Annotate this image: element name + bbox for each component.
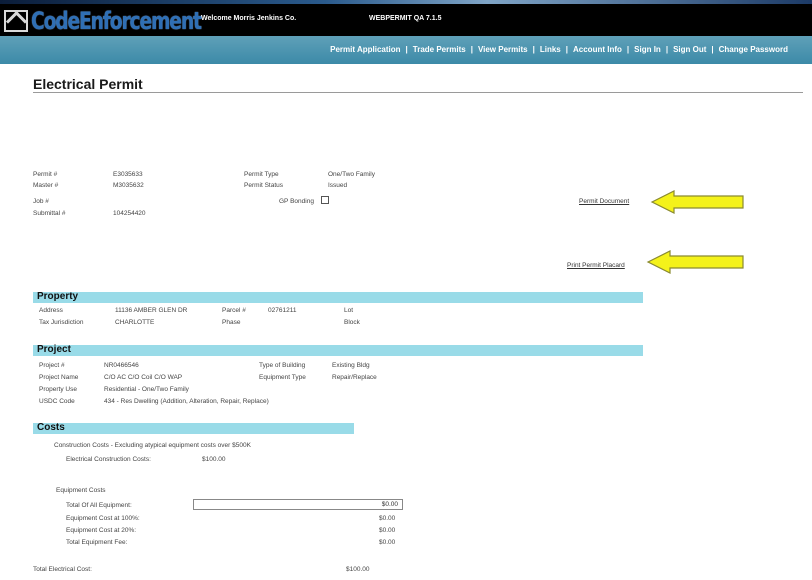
nav-separator: | <box>626 45 630 54</box>
top-header-bar: CodeEnforcement Welcome Morris Jenkins C… <box>0 0 812 36</box>
logo-text: CodeEnforcement <box>31 7 202 35</box>
address-label: Address <box>39 307 63 314</box>
permit-number-label: Permit # <box>33 171 58 178</box>
nav-view-permits[interactable]: View Permits <box>478 45 528 54</box>
title-divider <box>33 92 803 93</box>
total-electrical-cost-value: $100.00 <box>346 566 370 573</box>
tax-jurisdiction-label: Tax Jurisdiction <box>39 319 84 326</box>
gp-bonding-label: GP Bonding <box>279 198 314 205</box>
parcel-value: 02761211 <box>268 307 297 314</box>
nav-separator: | <box>470 45 473 54</box>
permit-number-value: E3035633 <box>113 171 143 178</box>
master-number-value: M3035632 <box>113 182 144 189</box>
permit-status-value: Issued <box>328 182 348 189</box>
building-type-label: Type of Building <box>259 362 306 369</box>
arrow-left-icon <box>650 190 744 214</box>
home-logo-icon <box>4 10 28 32</box>
nav-links-item[interactable]: Links <box>540 45 561 54</box>
total-electrical-cost-label: Total Electrical Cost: <box>33 566 92 573</box>
total-equipment-label: Total Of All Equipment: <box>66 502 132 509</box>
block-label: Block <box>344 319 360 326</box>
equipment-cost-100-label: Equipment Cost at 100%: <box>66 515 140 522</box>
nav-separator: | <box>532 45 535 54</box>
project-number-value: NR0466546 <box>104 362 139 369</box>
property-section-header: Property <box>33 291 643 303</box>
nav-separator: | <box>405 45 408 54</box>
tax-jurisdiction-value: CHARLOTTE <box>115 319 155 326</box>
nav-permit-application[interactable]: Permit Application <box>330 45 400 54</box>
equipment-cost-20-value: $0.00 <box>379 527 396 534</box>
header-accent-strip <box>0 0 812 4</box>
permit-type-value: One/Two Family <box>328 171 375 178</box>
nav-change-password[interactable]: Change Password <box>719 45 788 54</box>
submittal-number-label: Submittal # <box>33 210 66 217</box>
nav-separator: | <box>565 45 568 54</box>
nav-trade-permits[interactable]: Trade Permits <box>413 45 466 54</box>
equipment-type-label: Equipment Type <box>259 374 306 381</box>
electrical-construction-costs-label: Electrical Construction Costs: <box>66 456 151 463</box>
property-section-title: Property <box>37 291 79 302</box>
costs-section-title: Costs <box>37 422 65 433</box>
permit-type-label: Permit Type <box>244 171 279 178</box>
address-value: 11136 AMBER GLEN DR <box>115 307 188 314</box>
nav-links: Permit Application | Trade Permits | View … <box>330 45 788 54</box>
parcel-label: Parcel # <box>222 307 246 314</box>
total-equipment-fee-label: Total Equipment Fee: <box>66 539 128 546</box>
project-number-label: Project # <box>39 362 65 369</box>
master-number-label: Master # <box>33 182 59 189</box>
total-equipment-input[interactable]: $0.00 <box>193 499 403 510</box>
phase-label: Phase <box>222 319 241 326</box>
project-name-value: C/O AC C/O Coil C/O WAP <box>104 374 183 381</box>
building-type-value: Existing Bldg <box>332 362 370 369</box>
nav-sign-in[interactable]: Sign In <box>634 45 661 54</box>
electrical-construction-costs-value: $100.00 <box>202 456 226 463</box>
submittal-number-value: 104254420 <box>113 210 146 217</box>
page-title: Electrical Permit <box>33 76 143 92</box>
gp-bonding-checkbox[interactable] <box>321 196 329 204</box>
job-number-label: Job # <box>33 198 49 205</box>
total-equipment-fee-value: $0.00 <box>379 539 396 546</box>
property-use-value: Residential - One/Two Family <box>104 386 189 393</box>
equipment-type-value: Repair/Replace <box>332 374 377 381</box>
permit-status-label: Permit Status <box>244 182 284 189</box>
lot-label: Lot <box>344 307 354 314</box>
welcome-text: Welcome Morris Jenkins Co. <box>201 15 297 22</box>
permit-document-link[interactable]: Permit Document <box>579 198 629 205</box>
main-nav-bar: Permit Application | Trade Permits | View … <box>0 36 812 64</box>
construction-costs-note: Construction Costs - Excluding atypical … <box>54 442 251 449</box>
arrow-left-icon <box>646 250 744 274</box>
print-permit-placard-link[interactable]: Print Permit Placard <box>567 262 625 269</box>
nav-separator: | <box>665 45 669 54</box>
costs-section-header: Costs <box>33 422 354 434</box>
equipment-costs-heading: Equipment Costs <box>56 487 106 494</box>
nav-sign-out[interactable]: Sign Out <box>673 45 706 54</box>
usdc-code-label: USDC Code <box>39 398 75 405</box>
nav-account-info[interactable]: Account Info <box>573 45 622 54</box>
project-name-label: Project Name <box>39 374 79 381</box>
equipment-cost-20-label: Equipment Cost at 20%: <box>66 527 137 534</box>
system-version: WEBPERMIT QA 7.1.5 <box>369 15 442 22</box>
total-equipment-value: $0.00 <box>381 501 398 508</box>
nav-separator: | <box>711 45 714 54</box>
equipment-cost-100-value: $0.00 <box>379 515 396 522</box>
property-use-label: Property Use <box>39 386 77 393</box>
project-section-title: Project <box>37 344 71 355</box>
usdc-code-value: 434 - Res Dwelling (Addition, Alteration… <box>104 398 269 405</box>
project-section-header: Project <box>33 344 643 356</box>
